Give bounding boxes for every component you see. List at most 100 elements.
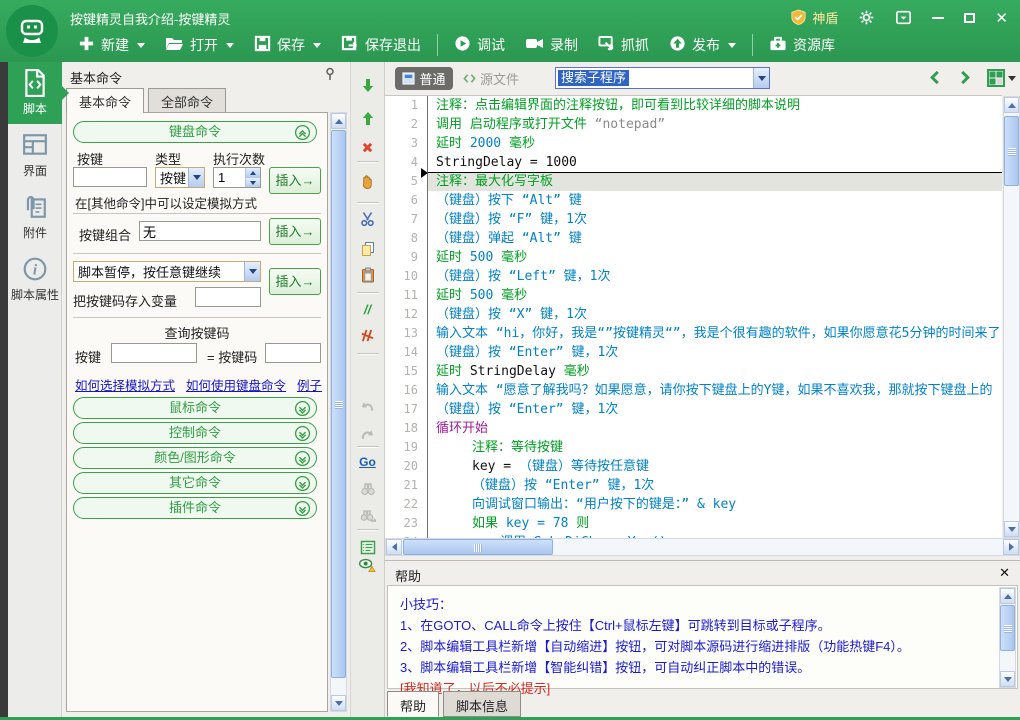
section-keyboard-commands[interactable]: 键盘命令 <box>73 121 317 143</box>
code-line-22[interactable]: 22向调试窗口输出：“用户按下的键是：” & key <box>385 495 1002 514</box>
paste-icon[interactable] <box>358 265 378 285</box>
redo-icon[interactable] <box>358 425 378 445</box>
toolbar-record-button[interactable]: 录制 <box>515 35 588 55</box>
settings-button[interactable] <box>858 9 875 26</box>
spin-up-icon[interactable] <box>246 168 260 178</box>
prev-subroutine-icon[interactable] <box>928 70 942 88</box>
code-line-9[interactable]: 9延时 500 毫秒 <box>385 248 1002 267</box>
scroll-down-icon[interactable] <box>331 695 346 711</box>
search-subroutine-combo[interactable]: 搜索子程序 <box>555 67 770 89</box>
comment-icon[interactable]: // <box>358 299 378 319</box>
code-line-8[interactable]: 8（键盘）弹起 “Alt” 键 <box>385 229 1002 248</box>
spin-down-icon[interactable] <box>246 178 260 187</box>
insert-combo-button[interactable]: 插入→ <box>269 218 321 245</box>
code-line-18[interactable]: 18循环开始 <box>385 419 1002 438</box>
code-line-12[interactable]: 12（键盘）按 “X” 键，1次 <box>385 305 1002 324</box>
link-example[interactable]: 例子 <box>297 375 322 394</box>
bottom-tab-script-info[interactable]: 脚本信息 <box>443 691 521 717</box>
chevron-down-icon[interactable] <box>753 68 769 88</box>
tab-all-commands[interactable]: 全部命令 <box>148 88 226 112</box>
mode-normal-button[interactable]: 普通 <box>395 67 453 90</box>
minimize-to-tray-button[interactable] <box>895 10 912 25</box>
type-select[interactable]: 按键 <box>155 167 205 188</box>
tab-basic-commands[interactable]: 基本命令 <box>66 88 144 113</box>
find-next-icon[interactable] <box>358 505 378 525</box>
toolbar-publish-button[interactable]: 发布 <box>659 35 746 55</box>
expand-icon[interactable] <box>294 475 311 498</box>
close-button[interactable]: ✕ <box>995 9 1008 27</box>
editor-hscrollbar[interactable] <box>385 538 1020 556</box>
sidebar-item-ui[interactable]: 界面 <box>8 124 62 186</box>
code-line-7[interactable]: 7（键盘）按 “F” 键，1次 <box>385 210 1002 229</box>
minimize-button[interactable] <box>932 17 944 19</box>
link-keyboard-usage[interactable]: 如何使用键盘命令 <box>186 375 286 394</box>
bottom-tab-help[interactable]: 帮助 <box>387 691 439 717</box>
sidebar-item-properties[interactable]: i脚本属性 <box>8 248 62 310</box>
code-line-4[interactable]: 4StringDelay = 1000 <box>385 153 1002 172</box>
expand-icon[interactable] <box>294 500 311 523</box>
expand-icon[interactable] <box>294 400 311 423</box>
collapse-icon[interactable] <box>294 124 311 147</box>
move-up-icon[interactable] <box>358 109 378 129</box>
code-line-15[interactable]: 15延时 StringDelay 毫秒 <box>385 362 1002 381</box>
undo-icon[interactable] <box>358 397 378 417</box>
chevron-down-icon[interactable] <box>244 262 260 281</box>
toolbar-save-exit-button[interactable]: 保存退出 <box>331 35 431 55</box>
insert-key-button[interactable]: 插入→ <box>269 167 321 194</box>
toolbar-open-button[interactable]: 打开 <box>155 35 244 55</box>
section-bar-4[interactable]: 其它命令 <box>73 472 317 494</box>
code-line-17[interactable]: 17（键盘）按 “Enter” 键，1次 <box>385 400 1002 419</box>
chevron-down-icon[interactable] <box>313 43 321 48</box>
count-stepper[interactable]: 1 <box>213 167 261 188</box>
scroll-up-icon[interactable] <box>1004 97 1019 113</box>
next-subroutine-icon[interactable] <box>958 70 972 88</box>
section-bar-3[interactable]: 颜色/图形命令 <box>73 447 317 469</box>
panel-scrollbar-thumb[interactable] <box>331 130 346 678</box>
scroll-down-icon[interactable] <box>1000 671 1015 687</box>
code-line-19[interactable]: 19注释：等待按键 <box>385 438 1002 457</box>
code-line-23[interactable]: 23如果 key = 78 则 <box>385 514 1002 533</box>
query-key-input[interactable] <box>111 343 197 363</box>
link-choose-simulation[interactable]: 如何选择模拟方式 <box>75 375 175 394</box>
code-line-13[interactable]: 13输入文本 “hi，你好，我是“”按键精灵“”，我是个很有趣的软件，如果你愿意… <box>385 324 1002 343</box>
code-line-20[interactable]: 20key = （键盘）等待按任意键 <box>385 457 1002 476</box>
code-line-5[interactable]: 5注释：最大化写字板 <box>385 172 1002 191</box>
layout-grid-button[interactable] <box>987 69 1016 87</box>
chevron-down-icon[interactable] <box>137 43 145 48</box>
code-line-11[interactable]: 11延时 500 毫秒 <box>385 286 1002 305</box>
scroll-right-icon[interactable] <box>1003 539 1019 555</box>
chevron-down-icon[interactable] <box>226 43 234 48</box>
toolbar-capture-button[interactable]: 抓抓 <box>588 35 659 55</box>
code-line-6[interactable]: 6（键盘）按下 “Alt” 键 <box>385 191 1002 210</box>
key-input[interactable] <box>73 167 147 187</box>
uncomment-icon[interactable] <box>358 325 378 345</box>
delete-line-icon[interactable] <box>358 137 378 157</box>
panel-scrollbar[interactable] <box>330 112 347 712</box>
shield-button[interactable]: 神盾 <box>790 8 838 27</box>
toolbar-save-button[interactable]: 保存 <box>244 35 331 55</box>
copy-icon[interactable] <box>358 239 378 259</box>
section-bar-2[interactable]: 控制命令 <box>73 422 317 444</box>
toolbar-debug-button[interactable]: 调试 <box>444 35 515 55</box>
editor-vscrollbar-thumb[interactable] <box>1004 116 1019 186</box>
scroll-left-icon[interactable] <box>386 539 402 555</box>
scroll-up-icon[interactable] <box>331 113 346 129</box>
query-code-input[interactable] <box>265 343 321 363</box>
code-line-10[interactable]: 10（键盘）按 “Left” 键，1次 <box>385 267 1002 286</box>
pause-hand-icon[interactable] <box>358 172 378 192</box>
code-line-14[interactable]: 14（键盘）按 “Enter” 键，1次 <box>385 343 1002 362</box>
chevron-down-icon[interactable] <box>728 43 736 48</box>
code-line-21[interactable]: 21（键盘）按 “Enter” 键，1次 <box>385 476 1002 495</box>
help-scrollbar-thumb[interactable] <box>1000 605 1015 651</box>
sidebar-item-attachment[interactable]: 附件 <box>8 186 62 248</box>
key-combo-input[interactable] <box>139 221 261 241</box>
section-bar-1[interactable]: 鼠标命令 <box>73 397 317 419</box>
find-icon[interactable] <box>358 478 378 498</box>
toolbar-new-button[interactable]: 新建 <box>68 35 155 55</box>
editor-hscrollbar-thumb[interactable] <box>403 539 553 555</box>
move-down-icon[interactable] <box>358 75 378 95</box>
cut-icon[interactable] <box>358 209 378 229</box>
sidebar-item-script[interactable]: 脚本 <box>8 62 62 124</box>
code-line-1[interactable]: 1注释：点击编辑界面的注释按钮，即可看到比较详细的脚本说明 <box>385 96 1002 115</box>
code-line-2[interactable]: 2调用 启动程序或打开文件 “notepad” <box>385 115 1002 134</box>
